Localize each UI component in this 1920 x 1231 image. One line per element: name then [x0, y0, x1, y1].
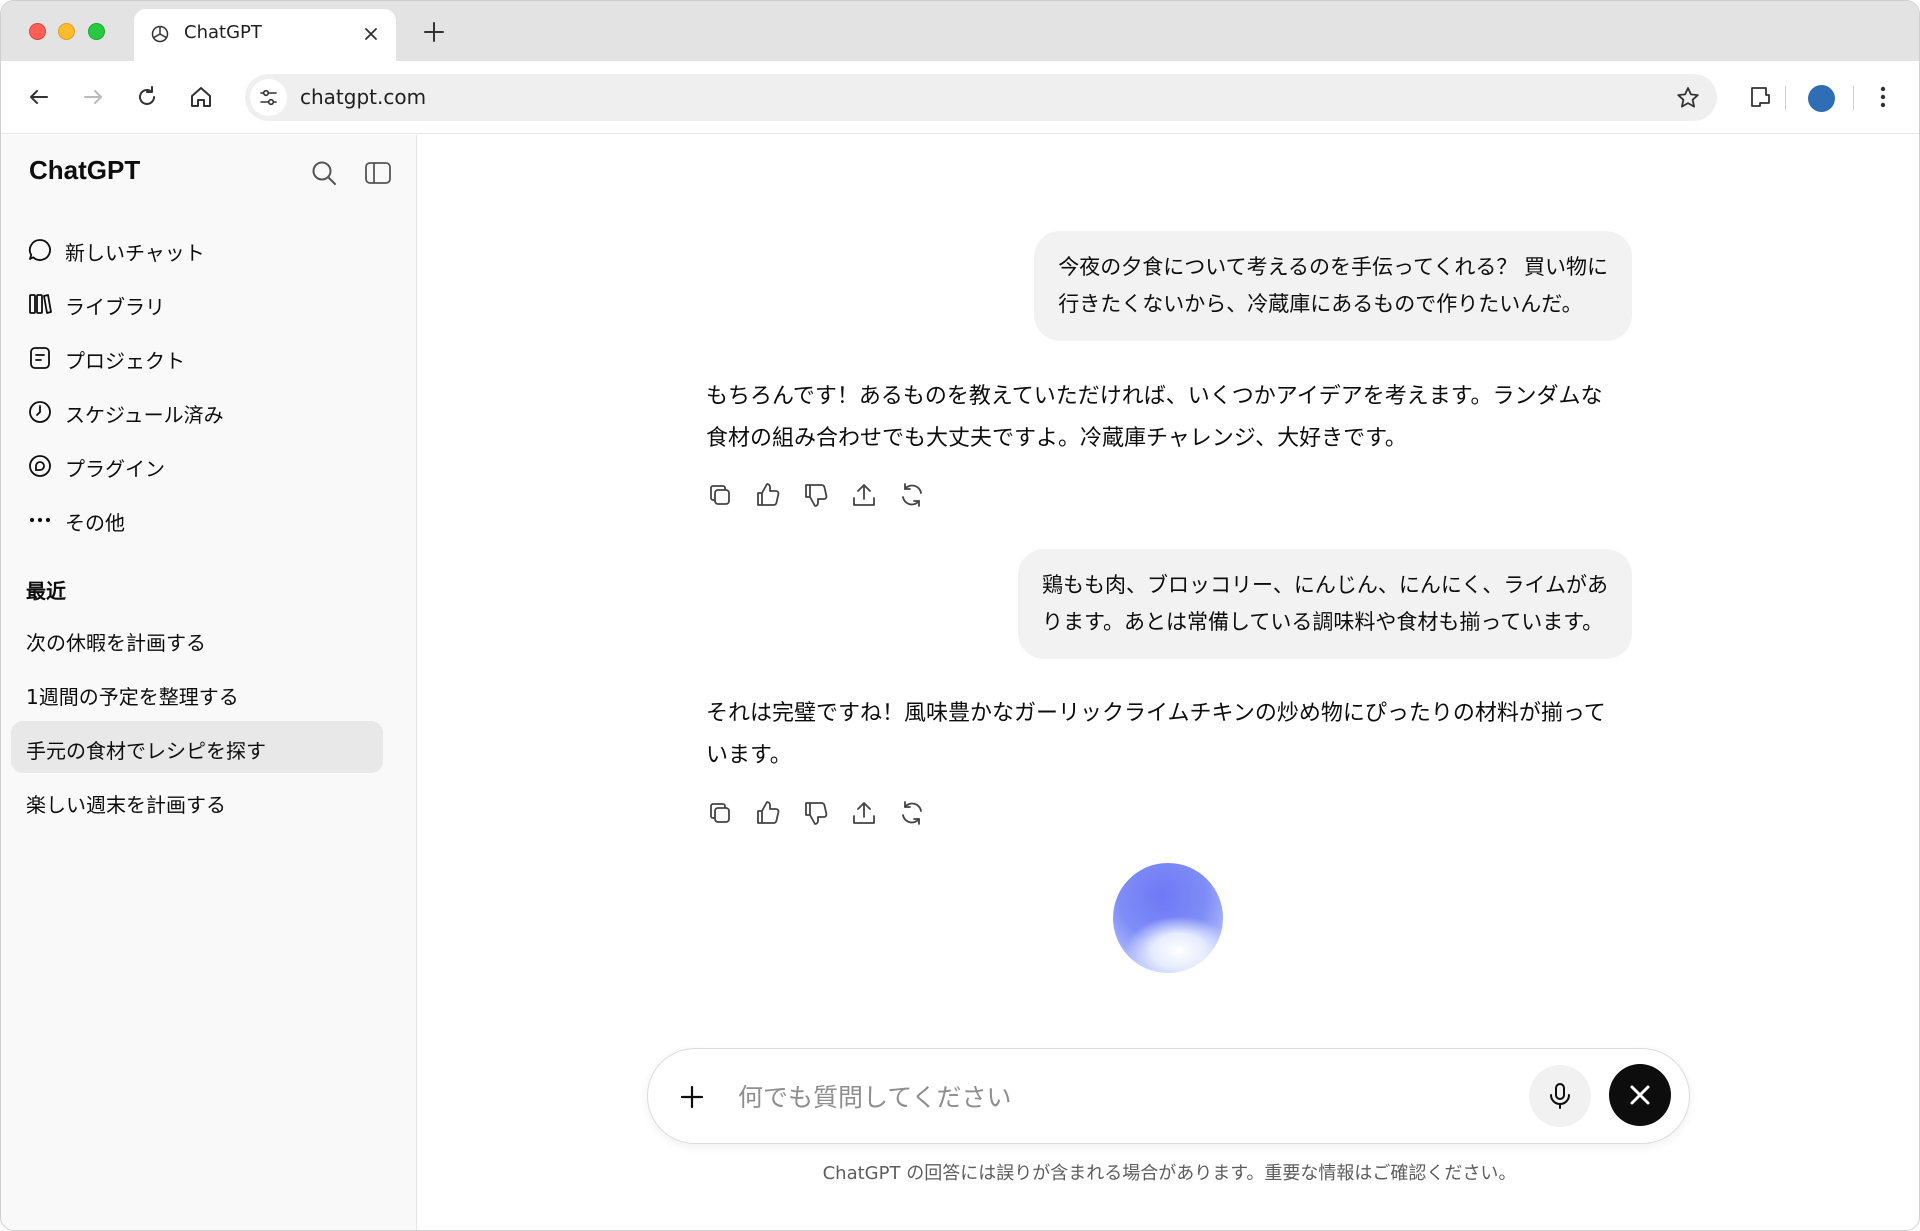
url-text: chatgpt.com — [300, 85, 427, 109]
message-line: 鶏もも肉、ブロッコリー、にんじん、にんにく、ライムがあ — [1042, 573, 1608, 597]
sidebar-item-library[interactable]: ライブラリ — [11, 279, 383, 327]
reload-icon[interactable] — [133, 83, 161, 111]
plugin-icon — [27, 453, 53, 479]
sidebar-toggle-icon[interactable] — [362, 157, 394, 189]
clock-icon — [27, 399, 53, 425]
toolbar-divider — [1853, 86, 1854, 110]
profile-avatar[interactable] — [1808, 85, 1835, 112]
thumbs-down-icon[interactable] — [801, 480, 831, 510]
sidebar-item-label: その他 — [65, 511, 125, 535]
browser-menu-icon[interactable] — [1869, 83, 1897, 111]
share-icon[interactable] — [849, 798, 879, 828]
regenerate-icon[interactable] — [897, 798, 927, 828]
more-dots-icon — [27, 507, 53, 533]
forward-arrow-icon[interactable] — [79, 83, 107, 111]
toolbar-divider — [1785, 86, 1786, 110]
sidebar-item-label: プロジェクト — [65, 349, 185, 373]
library-icon — [27, 291, 53, 317]
microphone-icon[interactable] — [1529, 1065, 1591, 1127]
tab-strip: ChatGPT — [1, 1, 1919, 61]
recent-chat-label: 次の休暇を計画する — [26, 631, 206, 655]
recent-chat-item[interactable]: 次の休暇を計画する — [11, 613, 383, 665]
address-bar[interactable]: chatgpt.com — [245, 74, 1717, 121]
message-line: 今夜の夕食について考えるのを手伝ってくれる？ 買い物に — [1058, 255, 1608, 279]
bookmark-star-icon[interactable] — [1675, 85, 1701, 111]
sidebar-item-more[interactable]: その他 — [11, 495, 383, 543]
back-arrow-icon[interactable] — [25, 83, 53, 111]
browser-tab-chatgpt[interactable]: ChatGPT — [134, 9, 396, 61]
assistant-message: もちろんです！あるものを教えていただければ、いくつかアイデアを考えます。ランダム… — [706, 384, 1603, 451]
minimize-window-button[interactable] — [58, 23, 75, 40]
close-tab-icon[interactable] — [360, 23, 382, 45]
close-window-button[interactable] — [29, 23, 46, 40]
copy-icon[interactable] — [705, 798, 735, 828]
chat-bubble-icon — [27, 237, 53, 263]
prompt-input[interactable] — [738, 1075, 1498, 1119]
browser-toolbar: chatgpt.com — [1, 61, 1919, 134]
user-message: 今夜の夕食について考えるのを手伝ってくれる？ 買い物に 行きたくないから、冷蔵庫… — [1034, 231, 1632, 341]
message-line: ります。あとは常備している調味料や食材も揃っています。 — [1042, 610, 1604, 634]
sidebar: ChatGPT 新しいチャット ライブラリ プロジェクト スケジュール済み プラ… — [1, 135, 417, 1230]
recent-chat-label: 楽しい週末を計画する — [26, 793, 226, 817]
voice-orb-indicator — [1113, 863, 1223, 973]
search-icon[interactable] — [308, 157, 340, 189]
composer — [647, 1048, 1690, 1144]
sidebar-item-plugins[interactable]: プラグイン — [11, 441, 383, 489]
sidebar-item-projects[interactable]: プロジェクト — [11, 333, 383, 381]
sidebar-brand: ChatGPT — [29, 155, 141, 185]
thumbs-up-icon[interactable] — [753, 480, 783, 510]
recent-heading: 最近 — [26, 579, 66, 603]
sidebar-item-label: 新しいチャット — [65, 241, 205, 265]
project-icon — [27, 345, 53, 371]
zoom-window-button[interactable] — [88, 23, 105, 40]
assistant-message: それは完璧ですね！風味豊かなガーリックライムチキンの炒め物にぴったりの材料が揃っ… — [706, 701, 1606, 768]
message-line: 行きたくないから、冷蔵庫にあるもので作りたいんだ。 — [1058, 292, 1583, 316]
tab-title: ChatGPT — [184, 22, 262, 43]
extensions-icon[interactable] — [1746, 83, 1774, 111]
recent-chat-item-active[interactable]: 手元の食材でレシピを探す — [11, 721, 383, 773]
site-settings-icon[interactable] — [250, 79, 287, 116]
thumbs-down-icon[interactable] — [801, 798, 831, 828]
home-icon[interactable] — [187, 83, 215, 111]
chat-main: 今夜の夕食について考えるのを手伝ってくれる？ 買い物に 行きたくないから、冷蔵庫… — [418, 135, 1919, 1230]
recent-chat-label: 1週間の予定を整理する — [26, 685, 239, 709]
browser-window: ChatGPT chatgpt.com ChatGPT 新しいチャット ライブラ… — [0, 0, 1920, 1231]
new-tab-icon[interactable] — [421, 19, 447, 45]
openai-logo-icon — [150, 24, 170, 44]
recent-chat-label: 手元の食材でレシピを探す — [26, 739, 266, 763]
end-voice-close-icon[interactable] — [1609, 1064, 1671, 1126]
add-attachment-icon[interactable] — [678, 1083, 706, 1111]
disclaimer-text: ChatGPT の回答には誤りが含まれる場合があります。重要な情報はご確認くださ… — [822, 1163, 1517, 1184]
regenerate-icon[interactable] — [897, 480, 927, 510]
recent-chat-item[interactable]: 楽しい週末を計画する — [11, 775, 383, 827]
user-message: 鶏もも肉、ブロッコリー、にんじん、にんにく、ライムがあ ります。あとは常備してい… — [1018, 549, 1632, 659]
thumbs-up-icon[interactable] — [753, 798, 783, 828]
sidebar-item-label: ライブラリ — [65, 295, 165, 319]
sidebar-item-label: プラグイン — [65, 457, 165, 481]
sidebar-item-new-chat[interactable]: 新しいチャット — [11, 225, 383, 273]
share-icon[interactable] — [849, 480, 879, 510]
sidebar-item-scheduled[interactable]: スケジュール済み — [11, 387, 383, 435]
recent-chat-item[interactable]: 1週間の予定を整理する — [11, 667, 383, 719]
copy-icon[interactable] — [705, 480, 735, 510]
sidebar-item-label: スケジュール済み — [65, 403, 224, 427]
